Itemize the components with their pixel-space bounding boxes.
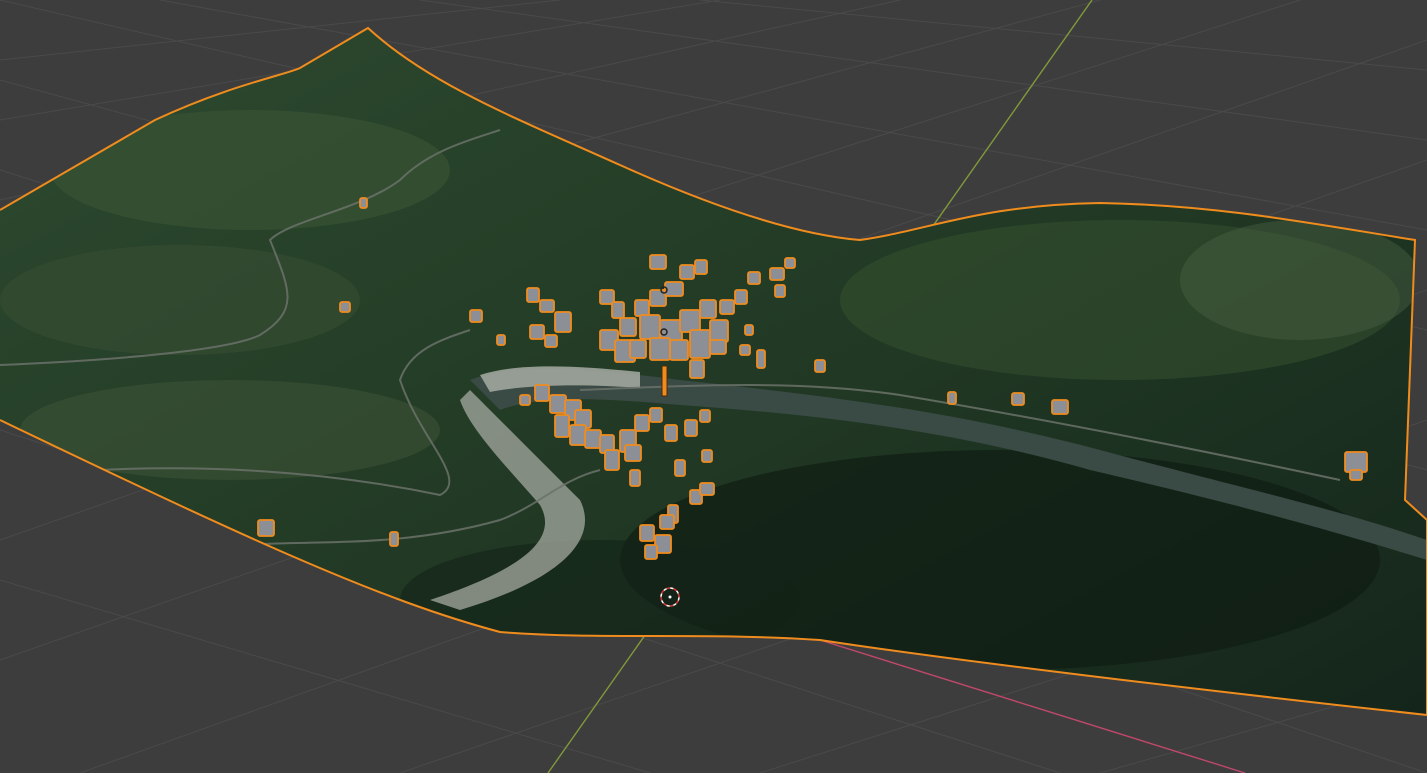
building-44[interactable] (549, 394, 567, 414)
building-4[interactable] (496, 334, 506, 346)
building-68[interactable] (659, 514, 675, 530)
building-6[interactable] (539, 299, 555, 313)
building-39[interactable] (814, 359, 826, 373)
building-75[interactable] (389, 531, 399, 547)
viewport-canvas[interactable] (0, 0, 1427, 773)
building-54[interactable] (634, 414, 650, 432)
building-11[interactable] (611, 301, 625, 319)
building-67[interactable] (644, 544, 658, 560)
building-9[interactable] (544, 334, 558, 348)
building-43[interactable] (534, 384, 550, 402)
building-34[interactable] (769, 267, 785, 281)
building-71[interactable] (1051, 399, 1069, 415)
building-60[interactable] (674, 459, 686, 477)
building-63[interactable] (699, 482, 715, 496)
building-3[interactable] (469, 309, 483, 323)
building-24[interactable] (699, 299, 717, 319)
building-7[interactable] (554, 311, 572, 333)
building-52[interactable] (604, 449, 620, 471)
building-15[interactable] (634, 299, 650, 317)
building-55[interactable] (649, 407, 663, 423)
building-18[interactable] (679, 264, 695, 280)
building-73[interactable] (1349, 469, 1363, 481)
building-12[interactable] (619, 317, 637, 337)
building-59[interactable] (629, 469, 641, 487)
terrain-mesh[interactable] (0, 0, 1427, 773)
building-5[interactable] (526, 287, 540, 303)
building-47[interactable] (554, 414, 570, 438)
building-72[interactable] (1344, 451, 1368, 473)
building-42[interactable] (519, 394, 531, 406)
building-56[interactable] (664, 424, 678, 442)
building-32[interactable] (734, 289, 748, 305)
building-48[interactable] (569, 424, 587, 446)
building-23[interactable] (679, 309, 701, 333)
building-37[interactable] (739, 344, 751, 356)
building-49[interactable] (584, 429, 602, 449)
building-74[interactable] (257, 519, 275, 537)
building-53[interactable] (624, 444, 642, 462)
building-17[interactable] (664, 281, 684, 297)
building-33[interactable] (747, 271, 761, 285)
building-31[interactable] (719, 299, 735, 315)
building-70[interactable] (1011, 392, 1025, 406)
building-35[interactable] (784, 257, 796, 269)
building-8[interactable] (529, 324, 545, 340)
building-29[interactable] (629, 339, 647, 359)
building-38[interactable] (756, 349, 766, 369)
3d-viewport[interactable] (0, 0, 1427, 773)
building-19[interactable] (694, 259, 708, 275)
building-30[interactable] (709, 339, 727, 355)
building-58[interactable] (699, 409, 711, 423)
building-40[interactable] (689, 359, 705, 379)
building-2[interactable] (339, 301, 351, 313)
building-25[interactable] (709, 319, 729, 343)
building-27[interactable] (669, 339, 689, 361)
building-20[interactable] (649, 254, 667, 270)
building-41[interactable] (744, 324, 754, 336)
building-1[interactable] (359, 197, 368, 209)
building-69[interactable] (947, 391, 957, 405)
building-57[interactable] (684, 419, 698, 437)
building-26[interactable] (689, 329, 711, 359)
building-65[interactable] (639, 524, 655, 542)
building-28[interactable] (649, 337, 671, 361)
building-61[interactable] (701, 449, 713, 463)
building-36[interactable] (774, 284, 786, 298)
building-21[interactable] (639, 314, 661, 340)
